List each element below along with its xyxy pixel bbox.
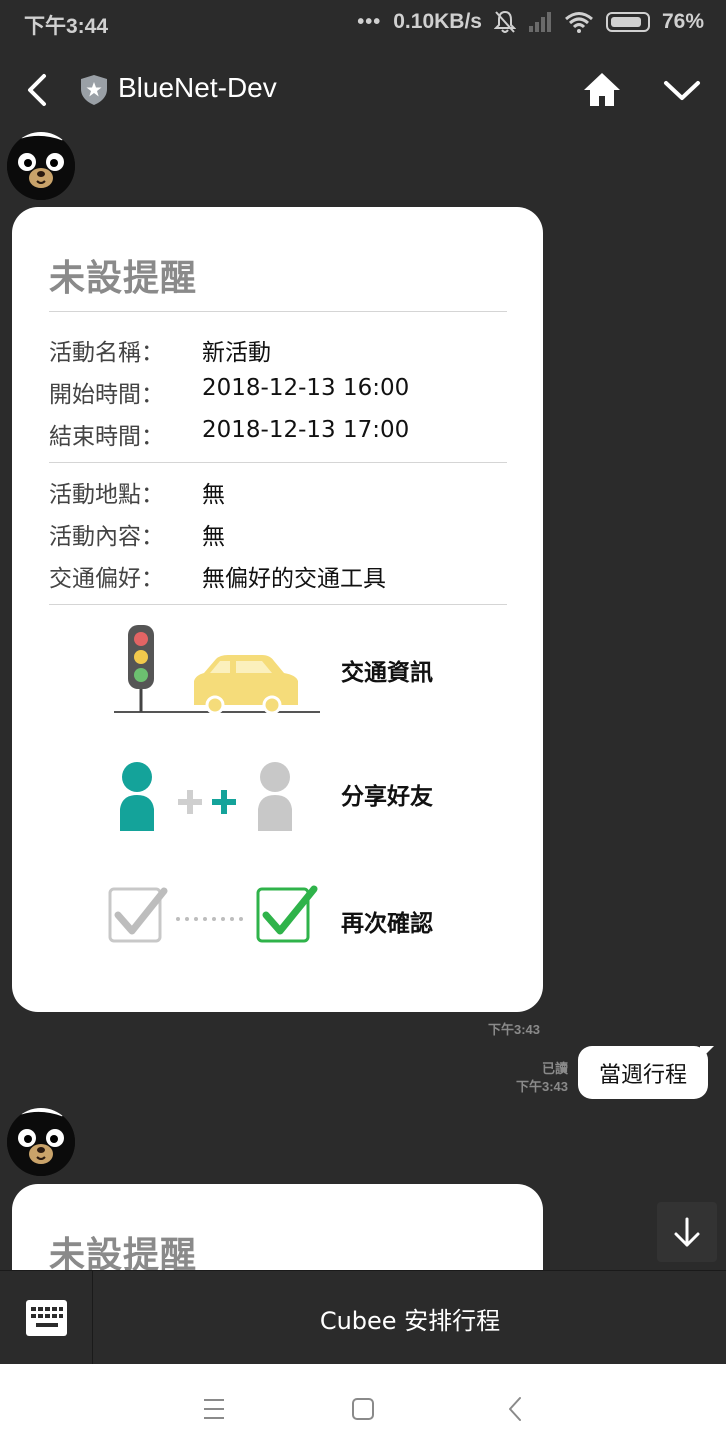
traffic-info-option[interactable]: 交通資訊 [12, 617, 543, 722]
signal-icon [528, 12, 551, 32]
bear-face-icon [7, 1108, 75, 1176]
field-value: 2018-12-13 17:00 [202, 417, 410, 443]
back-chevron-icon[interactable] [20, 70, 56, 110]
divider [49, 311, 507, 312]
bot-avatar[interactable] [7, 1108, 75, 1176]
scroll-to-bottom-button[interactable] [657, 1202, 717, 1262]
wifi-icon [565, 12, 593, 33]
share-friend-icon [120, 762, 292, 831]
cubee-schedule-button[interactable]: Cubee 安排行程 [94, 1271, 726, 1365]
home-icon[interactable] [582, 70, 622, 110]
confirm-again-option[interactable]: 再次確認 [12, 872, 543, 962]
bottom-input-bar: Cubee 安排行程 [0, 1270, 726, 1365]
system-nav-bar [0, 1364, 726, 1452]
status-icons: ••• 0.10KB/s 76% [357, 10, 704, 34]
traffic-car-icon [114, 625, 320, 715]
shield-star-icon [81, 75, 107, 105]
field-label: 結束時間： [49, 424, 164, 450]
confirm-check-icon [108, 885, 318, 943]
feature-label: 再次確認 [341, 911, 433, 937]
menu-lines-icon[interactable] [194, 1392, 234, 1426]
chat-title: BlueNet-Dev [118, 72, 277, 103]
battery-percent: 76% [661, 10, 704, 33]
mute-bell-icon [493, 10, 516, 33]
field-label: 活動地點： [49, 482, 164, 508]
more-dots-icon: ••• [357, 10, 382, 33]
bear-face-icon [7, 132, 75, 200]
share-friend-option[interactable]: 分享好友 [12, 747, 543, 837]
event-card[interactable]: 未設提醒 活動名稱： 新活動 開始時間： 2018-12-13 16:00 結束… [12, 207, 543, 1012]
chat-header: BlueNet-Dev [0, 44, 726, 134]
net-speed: 0.10KB/s [393, 10, 482, 33]
field-value: 2018-12-13 16:00 [202, 375, 410, 401]
field-value: 無 [202, 524, 225, 550]
field-label: 開始時間： [49, 382, 164, 408]
chevron-down-icon[interactable] [660, 74, 704, 106]
divider [49, 604, 507, 605]
status-time: 下午3:44 [24, 15, 109, 38]
divider [49, 462, 507, 463]
back-nav-icon[interactable] [496, 1392, 536, 1426]
keyboard-icon [26, 1300, 67, 1336]
battery-icon [605, 12, 650, 32]
bot-avatar[interactable] [7, 132, 75, 200]
field-value: 無 [202, 482, 225, 508]
feature-label: 交通資訊 [341, 660, 433, 686]
card-title: 未設提醒 [49, 258, 198, 299]
status-bar: 下午3:44 ••• 0.10KB/s 76% [0, 0, 726, 44]
read-status: 已讀 [541, 1061, 568, 1076]
field-value: 新活動 [202, 340, 271, 366]
message-timestamp: 下午3:43 [487, 1022, 540, 1037]
keyboard-toggle-button[interactable] [0, 1271, 93, 1365]
user-message-bubble[interactable]: 當週行程 [578, 1046, 714, 1099]
feature-label: 分享好友 [341, 784, 433, 810]
field-label: 活動內容： [49, 524, 164, 550]
field-label: 交通偏好： [49, 566, 164, 592]
message-timestamp: 下午3:43 [515, 1079, 568, 1094]
arrow-down-icon [674, 1217, 700, 1247]
field-label: 活動名稱： [49, 340, 164, 366]
field-value: 無偏好的交通工具 [202, 566, 386, 592]
home-square-icon[interactable] [343, 1392, 383, 1426]
